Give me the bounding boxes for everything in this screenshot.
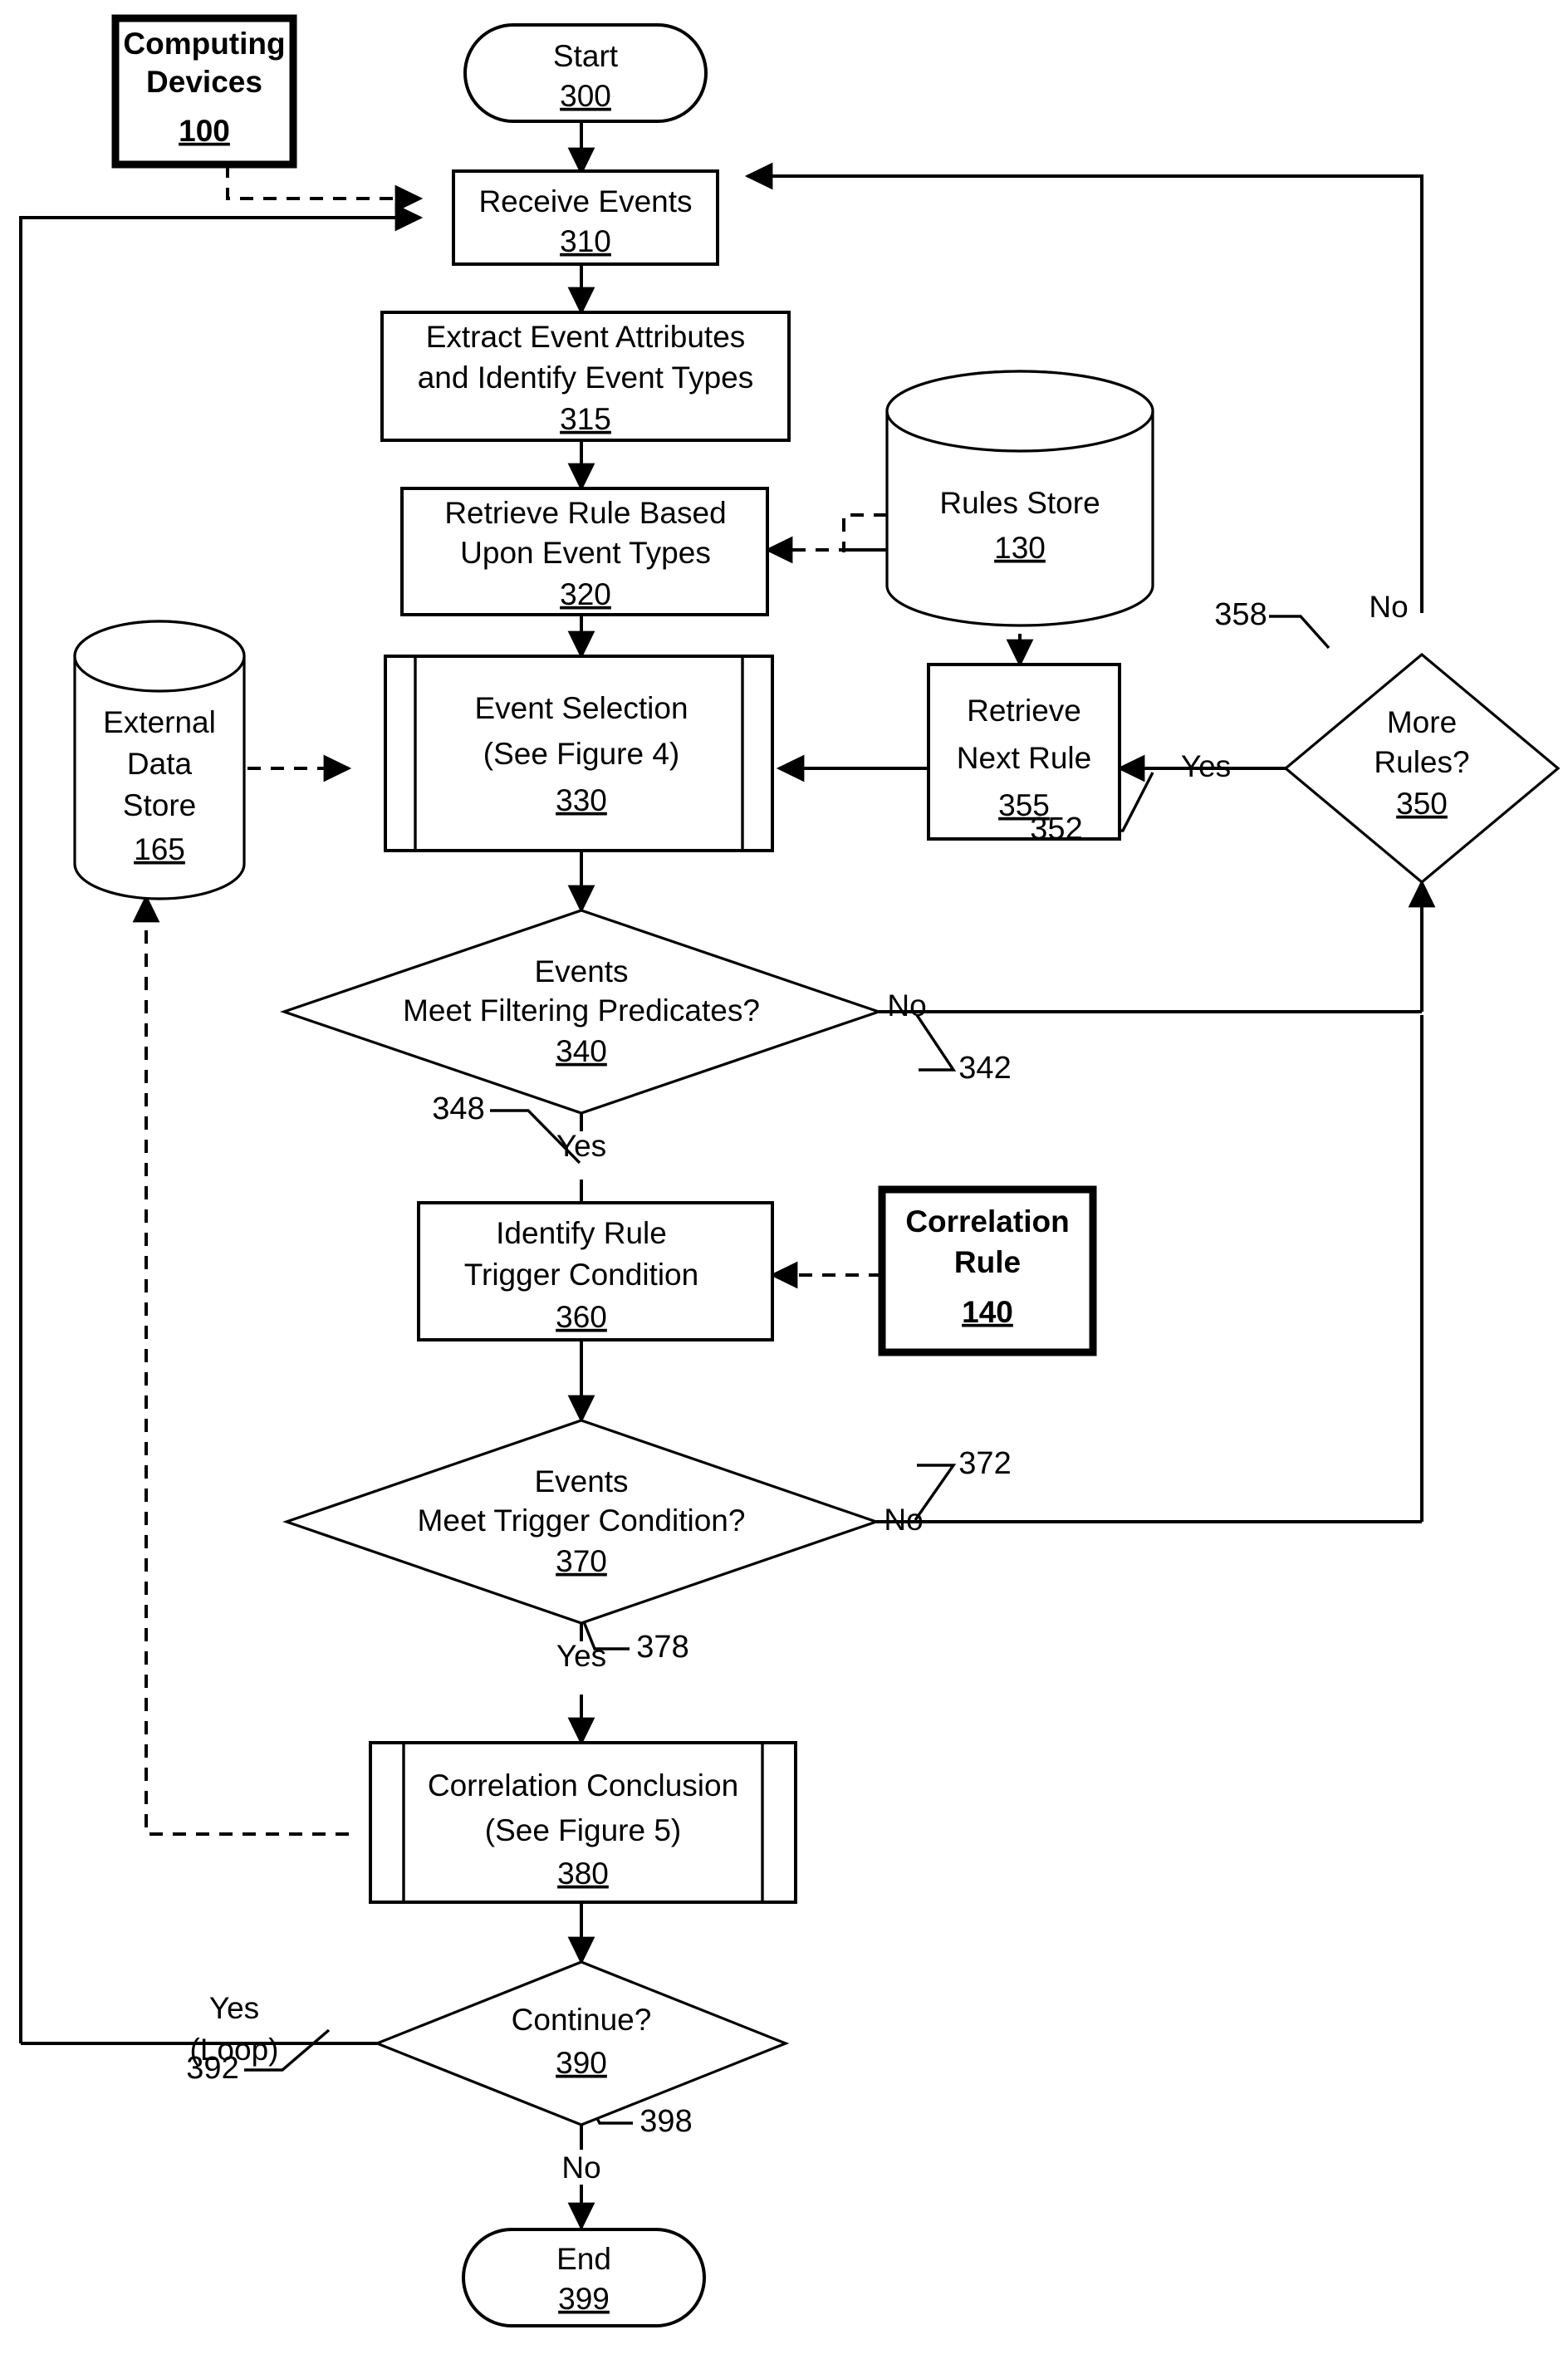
node-retrieve-next-rule[interactable]: Retrieve Next Rule 355 <box>927 663 1121 841</box>
node-filtering-predicates-decision[interactable]: Events Meet Filtering Predicates? 340 <box>280 909 883 1115</box>
external-store-line2: Data <box>127 747 193 781</box>
ref-392: 392 <box>186 2051 238 2086</box>
extract-attributes-line2: and Identify Event Types <box>418 360 754 395</box>
node-trigger-condition-decision[interactable]: Events Meet Trigger Condition? 370 <box>282 1419 880 1625</box>
leader-358 <box>1269 615 1330 650</box>
label-trigger-yes: Yes <box>556 1639 606 1673</box>
computing-devices-line2: Devices <box>146 65 262 99</box>
ref-398: 398 <box>639 2104 692 2139</box>
start-ref: 300 <box>560 79 611 113</box>
label-more-rules-no: No <box>1369 590 1408 624</box>
filtering-line1: Events <box>534 954 628 988</box>
correlation-conclusion-line2: (See Figure 5) <box>485 1813 682 1847</box>
continue-label: Continue? <box>512 2003 652 2037</box>
start-label: Start <box>553 39 619 73</box>
external-store-ref: 165 <box>134 832 185 866</box>
label-continue-no: No <box>561 2151 600 2185</box>
external-store-line3: Store <box>123 788 196 822</box>
flowchart-diagram: Computing Devices 100 Start 300 Receive … <box>19 14 1561 2327</box>
ref-358: 358 <box>1214 597 1267 632</box>
event-selection-ref: 330 <box>556 783 607 817</box>
ref-352: 352 <box>1030 812 1082 846</box>
more-rules-line2: Rules? <box>1374 745 1469 779</box>
node-extract-attributes[interactable]: Extract Event Attributes and Identify Ev… <box>380 311 791 442</box>
identify-trigger-ref: 360 <box>556 1300 607 1334</box>
trigger-condition-ref: 370 <box>556 1544 607 1578</box>
more-rules-ref: 350 <box>1396 787 1448 821</box>
leader-342 <box>915 1014 957 1072</box>
label-filtering-yes: Yes <box>556 1129 606 1163</box>
correlation-rule-ref: 140 <box>962 1295 1013 1329</box>
receive-events-label: Receive Events <box>478 184 692 218</box>
correlation-rule-line1: Correlation <box>905 1204 1069 1238</box>
correlation-conclusion-ref: 380 <box>557 1856 609 1891</box>
retrieve-rule-line1: Retrieve Rule Based <box>444 496 726 530</box>
computing-devices-line1: Computing <box>123 27 285 61</box>
node-rules-store[interactable]: Rules Store 130 <box>885 370 1154 627</box>
node-computing-devices[interactable]: Computing Devices 100 <box>111 14 297 169</box>
extract-attributes-line1: Extract Event Attributes <box>426 320 746 354</box>
more-rules-line1: More <box>1387 705 1457 739</box>
end-ref: 399 <box>558 2282 610 2316</box>
node-continue-decision[interactable]: Continue? 390 <box>373 1960 790 2126</box>
node-retrieve-rule[interactable]: Retrieve Rule Based Upon Event Types 320 <box>400 487 769 616</box>
label-trigger-no: No <box>884 1503 923 1537</box>
node-correlation-rule[interactable]: Correlation Rule 140 <box>878 1185 1097 1356</box>
figure-canvas: Computing Devices 100 Start 300 Receive … <box>0 0 1568 2369</box>
correlation-conclusion-line1: Correlation Conclusion <box>428 1768 738 1802</box>
edge-rules-store-to-retrieve-rule <box>764 513 887 564</box>
node-event-selection[interactable]: Event Selection (See Figure 4) 330 <box>384 655 774 852</box>
node-correlation-conclusion[interactable]: Correlation Conclusion (See Figure 5) 38… <box>369 1741 797 1904</box>
trigger-condition-line1: Events <box>534 1464 628 1498</box>
label-filtering-no: No <box>887 988 926 1023</box>
retrieve-rule-ref: 320 <box>560 577 611 611</box>
correlation-rule-line2: Rule <box>954 1245 1021 1279</box>
external-store-line1: External <box>103 705 216 739</box>
node-receive-events[interactable]: Receive Events 310 <box>452 169 719 266</box>
event-selection-line2: (See Figure 4) <box>483 737 680 771</box>
label-more-rules-yes: Yes <box>1181 749 1231 783</box>
receive-events-ref: 310 <box>560 224 611 258</box>
retrieve-rule-line2: Upon Event Types <box>460 536 711 570</box>
identify-trigger-line1: Identify Rule <box>496 1216 667 1250</box>
identify-trigger-line2: Trigger Condition <box>464 1258 698 1292</box>
node-identify-trigger[interactable]: Identify Rule Trigger Condition 360 <box>417 1201 774 1341</box>
retrieve-next-rule-line2: Next Rule <box>957 741 1091 775</box>
filtering-line2: Meet Filtering Predicates? <box>403 993 760 1028</box>
ref-348: 348 <box>432 1091 484 1126</box>
ref-372: 372 <box>958 1446 1011 1481</box>
end-label: End <box>556 2242 611 2276</box>
continue-ref: 390 <box>556 2046 607 2080</box>
retrieve-next-rule-line1: Retrieve <box>967 694 1081 728</box>
ref-342: 342 <box>958 1051 1011 1086</box>
extract-attributes-ref: 315 <box>560 402 611 436</box>
event-selection-line1: Event Selection <box>474 691 688 725</box>
rules-store-label: Rules Store <box>939 486 1100 520</box>
node-end[interactable]: End 399 <box>462 2228 706 2327</box>
edge-continue-loop-to-receive <box>19 204 424 2043</box>
node-start[interactable]: Start 300 <box>463 23 708 123</box>
node-more-rules-decision[interactable]: More Rules? 350 <box>1283 652 1561 885</box>
rules-store-ref: 130 <box>994 531 1046 565</box>
computing-devices-ref: 100 <box>179 114 230 148</box>
ref-378: 378 <box>636 1630 688 1665</box>
trigger-condition-line2: Meet Trigger Condition? <box>418 1503 746 1538</box>
edge-correlation-conclusion-to-external-store <box>132 894 349 1836</box>
filtering-ref: 340 <box>556 1034 607 1068</box>
node-external-data-store[interactable]: External Data Store 165 <box>73 620 246 900</box>
label-continue-yes-line1: Yes <box>209 1991 259 2025</box>
